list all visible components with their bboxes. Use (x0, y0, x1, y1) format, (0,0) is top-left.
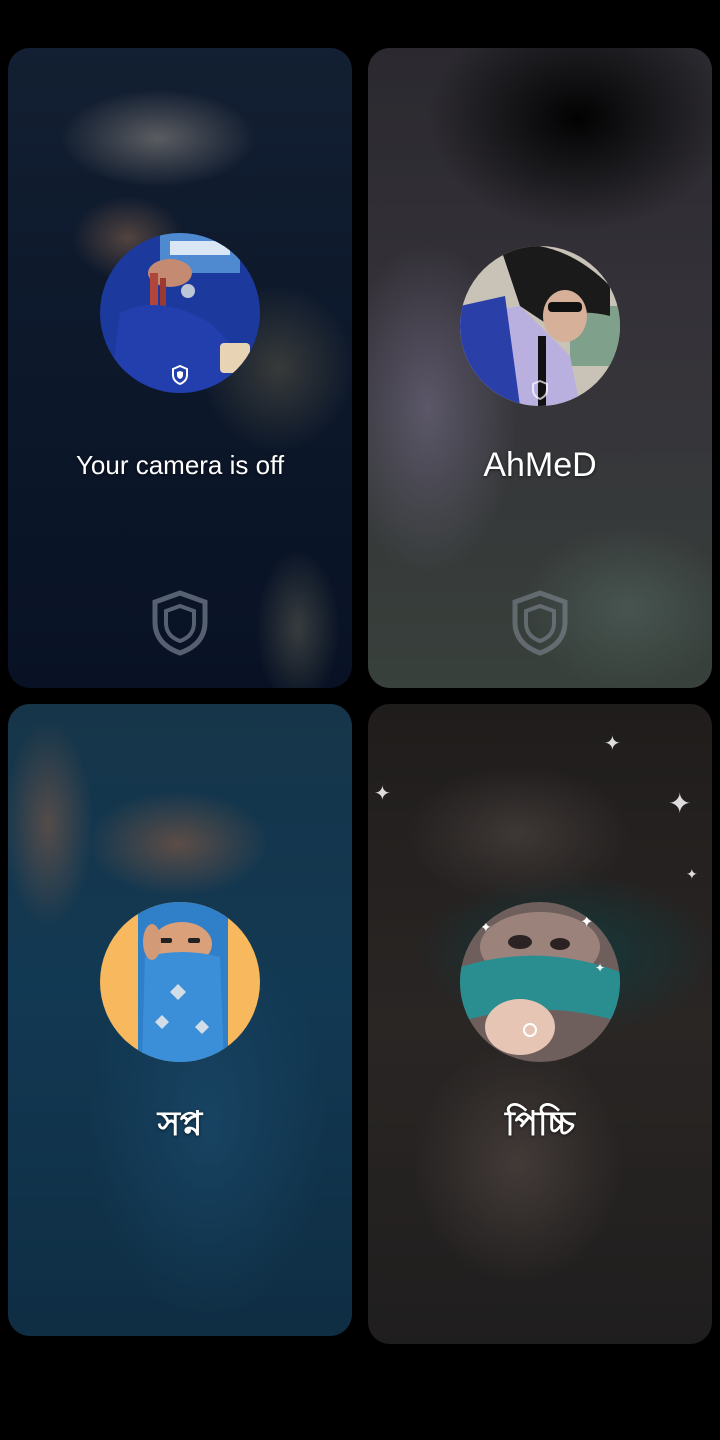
participant-name: পিচ্চি (505, 1105, 575, 1143)
sparkle-icon: ✦ (686, 866, 698, 882)
shield-icon (152, 590, 208, 656)
svg-text:✦: ✦ (595, 961, 605, 975)
avatar (100, 902, 260, 1062)
participant-name: AhMeD (483, 446, 597, 484)
video-tile-participant[interactable]: AhMeD (368, 48, 712, 688)
participant-name: Your camera is off (75, 450, 285, 480)
avatar (100, 233, 260, 393)
sparkle-icon: ✦ (374, 783, 391, 805)
sparkle-icon: ✦ (668, 788, 692, 819)
avatar: ✦ ✦ ✦ (460, 902, 620, 1062)
sparkle-icon: ✦ (604, 733, 621, 755)
participant-name: সপ্ন (157, 1105, 203, 1143)
shield-icon (172, 365, 188, 385)
shield-icon (532, 380, 548, 400)
shield-icon (512, 590, 568, 656)
video-tile-participant[interactable]: ✦ ✦ ✦ ✦ ✦ ✦ ✦ পিচ্চি (368, 704, 712, 1344)
video-tile-self[interactable]: Your camera is off (8, 48, 352, 688)
avatar (460, 246, 620, 406)
video-tile-participant[interactable]: সপ্ন (8, 704, 352, 1336)
